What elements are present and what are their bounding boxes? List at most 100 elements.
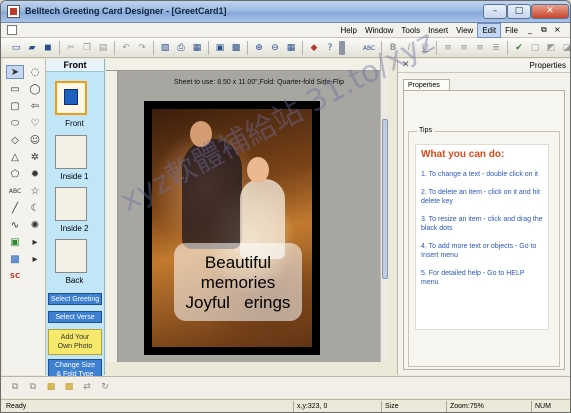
send-back-icon[interactable]: ⧉	[27, 381, 39, 393]
clipart-icon[interactable]: ▩	[6, 252, 24, 266]
layout-icon[interactable]: ▣	[213, 41, 227, 55]
rotate-icon[interactable]: ↻	[99, 381, 111, 393]
tips-box: What you can do: 1. To change a text - d…	[415, 144, 549, 330]
minimize-button[interactable]: –	[483, 4, 507, 19]
bring-front-icon[interactable]: ⧉	[9, 381, 21, 393]
menu-file[interactable]: File	[501, 23, 522, 38]
menu-window[interactable]: Window	[361, 23, 397, 38]
heart-icon[interactable]: ♡	[26, 116, 44, 130]
rounded-rect-icon[interactable]: ▢	[6, 99, 24, 113]
card-greeting-text[interactable]: Beautiful memories Joyful erings	[174, 243, 302, 321]
zoom-in-icon[interactable]: ⊕	[252, 41, 266, 55]
menu-view[interactable]: View	[452, 23, 477, 38]
palette-more-button[interactable]: ▸	[26, 235, 44, 249]
group-icon[interactable]: ▩	[45, 381, 57, 393]
moon-icon[interactable]: ☾	[26, 201, 44, 215]
scale-icon[interactable]: SC	[6, 269, 24, 283]
palette-more-button-2[interactable]: ▸	[26, 252, 44, 266]
sun-icon[interactable]: ✹	[26, 167, 44, 181]
toolbar-separator	[302, 41, 303, 55]
menu-bar: Help Window Tools Insert View Edit File …	[1, 23, 570, 38]
doc-minimize-button[interactable]: _	[528, 25, 532, 34]
design-canvas[interactable]: Sheet to use: 8.50 x 11.00",Fold: Quarte…	[118, 71, 380, 362]
align-left-icon[interactable]: ≡	[441, 41, 455, 55]
justify-icon[interactable]: ≣	[489, 41, 503, 55]
page-setup-icon[interactable]: ▦	[190, 41, 204, 55]
fill-icon[interactable]: ◪	[560, 41, 570, 55]
flip-icon[interactable]: ⇄	[81, 381, 93, 393]
italic-icon[interactable]: I	[402, 41, 416, 55]
rectangle-icon[interactable]: ▭	[6, 82, 24, 96]
triangle-icon[interactable]: △	[6, 150, 24, 164]
menu-edit[interactable]: Edit	[477, 23, 502, 38]
title-bar[interactable]: Belltech Greeting Card Designer - [Greet…	[1, 1, 570, 23]
menu-help[interactable]: Help	[337, 23, 361, 38]
toolbar-separator	[247, 41, 248, 55]
select-verse-button[interactable]: Select Verse	[48, 311, 102, 323]
burst-icon[interactable]: ✺	[26, 218, 44, 232]
scrollbar-thumb[interactable]	[382, 119, 388, 279]
page-thumb-inside-2[interactable]	[55, 187, 87, 221]
speech-bubble-icon[interactable]: ◯	[26, 82, 44, 96]
save-icon[interactable]: ◼	[41, 41, 55, 55]
text-icon[interactable]: ABC	[6, 184, 24, 198]
card-page[interactable]: Beautiful memories Joyful erings	[144, 101, 320, 355]
page-thumb-back[interactable]	[55, 239, 87, 273]
menu-tools[interactable]: Tools	[397, 23, 424, 38]
help-icon[interactable]: ?	[323, 41, 337, 55]
paste-icon[interactable]: ▤	[96, 41, 110, 55]
tab-properties[interactable]: Properties	[403, 79, 450, 90]
preview-icon[interactable]: ▧	[158, 41, 172, 55]
open-icon[interactable]: ▰	[25, 41, 39, 55]
redo-icon[interactable]: ↷	[135, 41, 149, 55]
close-button[interactable]: ✕	[531, 4, 569, 19]
ungroup-icon[interactable]: ▩	[63, 381, 75, 393]
new-icon[interactable]: ▭	[9, 41, 23, 55]
change-size-label-1: Change Size	[54, 362, 96, 369]
callout-icon[interactable]: ◌	[26, 65, 44, 79]
curve-icon[interactable]: ∿	[6, 218, 24, 232]
diamond-icon[interactable]: ◇	[6, 133, 24, 147]
line-icon[interactable]: ╱	[6, 201, 24, 215]
check-icon[interactable]: ✔	[512, 41, 526, 55]
canvas-scrollbar[interactable]	[380, 59, 389, 362]
smiley-icon[interactable]: ☺	[26, 133, 44, 147]
page-thumb-inside-1[interactable]	[55, 135, 87, 169]
card-text-line-1: Beautiful	[204, 253, 272, 272]
ellipse-icon[interactable]: ⬭	[6, 116, 24, 130]
doc-restore-button[interactable]: ⧉	[541, 25, 547, 35]
cut-icon[interactable]: ✂	[64, 41, 78, 55]
gear-icon[interactable]: ✲	[26, 150, 44, 164]
book-icon[interactable]: ◆	[307, 41, 321, 55]
zoom-out-icon[interactable]: ⊖	[268, 41, 282, 55]
copy-icon[interactable]: ❐	[80, 41, 94, 55]
maximize-button[interactable]: □	[507, 4, 531, 19]
bold-icon[interactable]: B	[386, 41, 400, 55]
toolbar-overflow-button[interactable]	[339, 41, 345, 55]
align-right-icon[interactable]: ≡	[473, 41, 487, 55]
undo-icon[interactable]: ↶	[119, 41, 133, 55]
grid-icon[interactable]: ▦	[284, 41, 298, 55]
layer-icons: ⧉ ⧉ ▩ ▩ ⇄ ↻	[9, 381, 111, 393]
arrow-callout-icon[interactable]: ⇦	[26, 99, 44, 113]
select-greeting-button[interactable]: Select Greeting	[48, 293, 102, 305]
close-icon[interactable]: ✕	[402, 60, 410, 70]
card-icon[interactable]: ▩	[229, 41, 243, 55]
polygon-icon[interactable]: ⬠	[6, 167, 24, 181]
align-center-icon[interactable]: ≡	[457, 41, 471, 55]
page-thumb-front[interactable]	[55, 81, 87, 115]
pointer-icon[interactable]: ➤	[6, 65, 24, 79]
star-icon[interactable]: ☆	[26, 184, 44, 198]
toolbar-separator	[114, 41, 115, 55]
underline-icon[interactable]: U	[418, 41, 432, 55]
tips-legend: Tips	[417, 127, 434, 134]
image-icon[interactable]: ▣	[6, 235, 24, 249]
print-icon[interactable]: ⎙	[174, 41, 188, 55]
add-photo-button[interactable]: Add Your Own Photo	[48, 329, 102, 355]
doc-close-button[interactable]: ×	[554, 25, 561, 34]
document-icon[interactable]	[7, 25, 17, 35]
color-icon[interactable]: ◩	[544, 41, 558, 55]
lock-icon[interactable]: ▢	[528, 41, 542, 55]
spellcheck-icon[interactable]: ABC	[361, 41, 377, 55]
menu-insert[interactable]: Insert	[424, 23, 452, 38]
